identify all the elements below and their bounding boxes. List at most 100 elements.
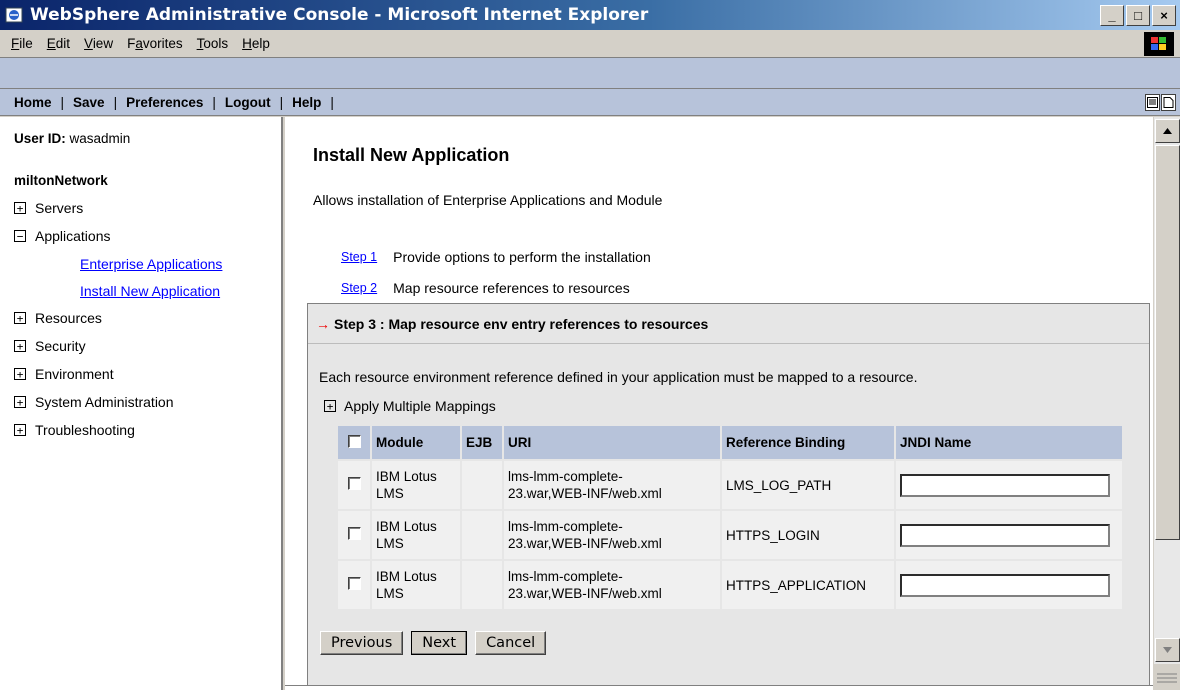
- uri-cell: lms-lmm-complete- 23.war,WEB-INF/web.xml: [504, 561, 720, 609]
- column-header-ejb: EJB: [462, 426, 502, 459]
- wizard-button-row: Previous Next Cancel: [320, 631, 547, 655]
- menu-favorites[interactable]: Favorites: [120, 34, 190, 53]
- tree-item-security[interactable]: + Security: [14, 332, 281, 360]
- ejb-cell: [462, 561, 502, 609]
- nav-separator: |: [279, 94, 284, 110]
- user-id: User ID: wasadmin: [14, 131, 131, 146]
- column-header-module: Module: [372, 426, 460, 459]
- nav-save-link[interactable]: Save: [73, 95, 105, 110]
- menu-view[interactable]: View: [77, 34, 120, 53]
- next-button[interactable]: Next: [411, 631, 468, 655]
- reference-binding-cell: HTTPS_LOGIN: [722, 511, 894, 559]
- window-title: WebSphere Administrative Console - Micro…: [30, 5, 649, 25]
- menu-edit[interactable]: Edit: [40, 34, 77, 53]
- close-button[interactable]: ×: [1152, 5, 1176, 26]
- table-header-row: Module EJB URI Reference Binding JNDI Na…: [338, 426, 1122, 459]
- step-2-row: Step 2 Map resource references to resour…: [341, 280, 630, 296]
- tree-item-servers[interactable]: + Servers: [14, 194, 281, 222]
- row-checkbox[interactable]: [347, 476, 361, 490]
- tree-item-environment[interactable]: + Environment: [14, 360, 281, 388]
- browser-chrome-gap: [0, 58, 1180, 88]
- tree-item-troubleshooting[interactable]: + Troubleshooting: [14, 416, 281, 444]
- reference-binding-cell: LMS_LOG_PATH: [722, 461, 894, 509]
- jndi-name-input[interactable]: [900, 473, 1110, 497]
- vertical-scrollbar[interactable]: [1153, 117, 1180, 664]
- resize-grip-icon[interactable]: [1153, 664, 1180, 690]
- column-header-reference-binding: Reference Binding: [722, 426, 894, 459]
- step-3-title: Step 3 : Map resource env entry referenc…: [334, 315, 709, 332]
- install-new-application-link[interactable]: Install New Application: [80, 283, 220, 299]
- module-cell: IBM Lotus LMS: [372, 461, 460, 509]
- top-navigation: Home | Save | Preferences | Logout | Hel…: [0, 88, 1180, 116]
- scrollbar-thumb[interactable]: [1155, 145, 1180, 540]
- cell-name: miltonNetwork: [14, 173, 108, 188]
- enterprise-applications-link[interactable]: Enterprise Applications: [80, 256, 222, 272]
- nav-separator: |: [330, 94, 334, 110]
- select-all-checkbox[interactable]: [347, 434, 361, 448]
- table-row: IBM Lotus LMS lms-lmm-complete- 23.war,WEB…: [338, 511, 1122, 559]
- table-row: IBM Lotus LMS lms-lmm-complete- 23.war,WEB…: [338, 461, 1122, 509]
- ejb-cell: [462, 511, 502, 559]
- scroll-down-icon[interactable]: [1155, 638, 1180, 662]
- expand-icon[interactable]: +: [14, 340, 26, 352]
- cancel-button[interactable]: Cancel: [475, 631, 547, 655]
- step-1-text: Provide options to perform the installat…: [393, 249, 651, 265]
- step-1-row: Step 1 Provide options to perform the in…: [341, 249, 651, 265]
- menu-help[interactable]: Help: [235, 34, 277, 53]
- step-2-link[interactable]: Step 2: [341, 281, 377, 295]
- module-cell: IBM Lotus LMS: [372, 511, 460, 559]
- tree-item-system-administration[interactable]: + System Administration: [14, 388, 281, 416]
- menu-file[interactable]: File: [4, 34, 40, 53]
- apply-multiple-mappings-label: Apply Multiple Mappings: [344, 398, 496, 414]
- expand-icon[interactable]: +: [14, 368, 26, 380]
- jndi-name-input[interactable]: [900, 523, 1110, 547]
- panel-bottom-divider: [285, 685, 1153, 690]
- minimize-button[interactable]: _: [1100, 5, 1124, 26]
- apply-multiple-mappings-toggle[interactable]: + Apply Multiple Mappings: [324, 398, 496, 414]
- row-checkbox[interactable]: [347, 576, 361, 590]
- navigation-tree-pane: User ID: wasadmin miltonNetwork + Servers…: [0, 117, 283, 690]
- nav-home-link[interactable]: Home: [14, 95, 52, 110]
- step-3-description: Each resource environment reference defi…: [319, 369, 918, 385]
- split-view-icon[interactable]: [1145, 94, 1160, 111]
- nav-separator: |: [113, 94, 118, 110]
- tree-item-applications[interactable]: − Applications: [14, 222, 281, 250]
- maximize-button[interactable]: □: [1126, 5, 1150, 26]
- page-description: Allows installation of Enterprise Applic…: [313, 192, 663, 208]
- resource-mapping-table: Module EJB URI Reference Binding JNDI Na…: [336, 424, 1124, 611]
- reference-binding-cell: HTTPS_APPLICATION: [722, 561, 894, 609]
- select-all-header: [338, 426, 370, 459]
- full-page-icon[interactable]: [1161, 94, 1176, 111]
- windows-logo-icon: [1144, 32, 1174, 56]
- internet-explorer-icon: [4, 5, 24, 25]
- jndi-name-input[interactable]: [900, 573, 1110, 597]
- step-3-panel: → Step 3 : Map resource env entry refere…: [307, 303, 1150, 690]
- table-row: IBM Lotus LMS lms-lmm-complete- 23.war,WEB…: [338, 561, 1122, 609]
- ejb-cell: [462, 461, 502, 509]
- nav-help-link[interactable]: Help: [292, 95, 321, 110]
- expand-icon[interactable]: +: [14, 202, 26, 214]
- collapse-icon[interactable]: −: [14, 230, 26, 242]
- nav-logout-link[interactable]: Logout: [225, 95, 271, 110]
- column-header-jndi-name: JNDI Name: [896, 426, 1122, 459]
- uri-cell: lms-lmm-complete- 23.war,WEB-INF/web.xml: [504, 461, 720, 509]
- step-1-link[interactable]: Step 1: [341, 250, 377, 264]
- menu-bar: File Edit View Favorites Tools Help: [0, 30, 1180, 58]
- module-cell: IBM Lotus LMS: [372, 561, 460, 609]
- nav-separator: |: [60, 94, 65, 110]
- menu-tools[interactable]: Tools: [190, 34, 236, 53]
- scroll-up-icon[interactable]: [1155, 119, 1180, 143]
- expand-icon[interactable]: +: [14, 424, 26, 436]
- title-bar: WebSphere Administrative Console - Micro…: [0, 0, 1180, 30]
- nav-separator: |: [212, 94, 216, 110]
- row-checkbox[interactable]: [347, 526, 361, 540]
- previous-button[interactable]: Previous: [320, 631, 404, 655]
- expand-icon[interactable]: +: [14, 312, 26, 324]
- column-header-uri: URI: [504, 426, 720, 459]
- uri-cell: lms-lmm-complete- 23.war,WEB-INF/web.xml: [504, 511, 720, 559]
- expand-icon[interactable]: +: [324, 400, 336, 413]
- expand-icon[interactable]: +: [14, 396, 26, 408]
- nav-preferences-link[interactable]: Preferences: [126, 95, 203, 110]
- tree-subitem-enterprise-applications: Enterprise Applications: [14, 250, 281, 277]
- tree-item-resources[interactable]: + Resources: [14, 304, 281, 332]
